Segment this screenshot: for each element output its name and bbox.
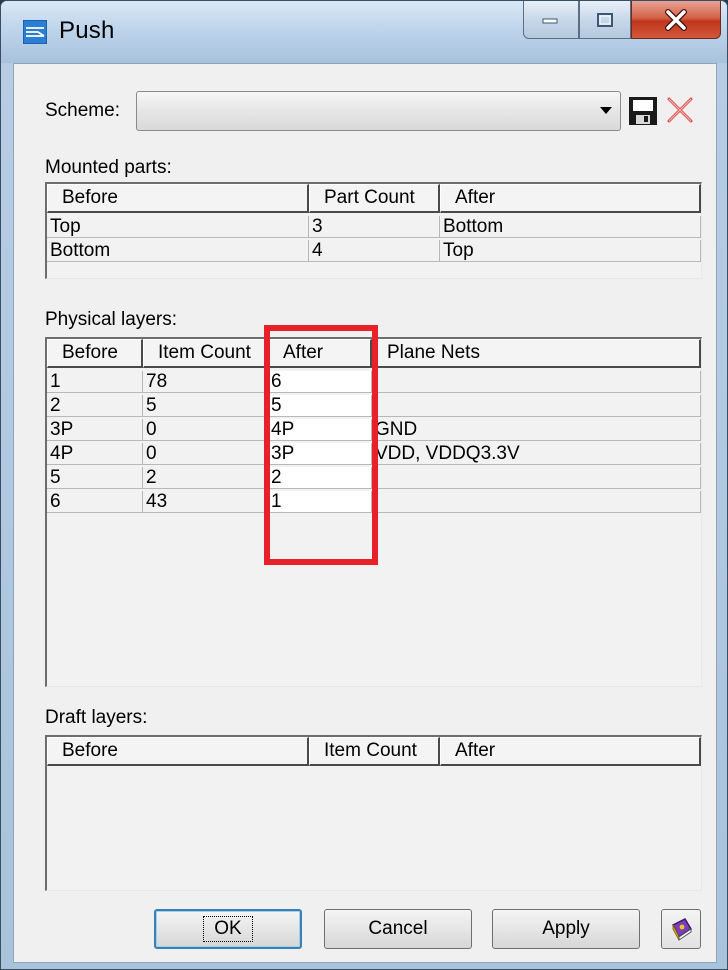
- draft-layers-table[interactable]: Before Item Count After: [45, 735, 702, 891]
- maximize-button[interactable]: [579, 1, 631, 39]
- mounted-parts-label: Mounted parts:: [45, 157, 172, 178]
- cell-item-count: 78: [143, 371, 268, 393]
- cell-plane-nets: [372, 371, 701, 393]
- table-row[interactable]: Bottom 4 Top: [47, 240, 701, 262]
- cell-item-count: 2: [143, 467, 268, 489]
- column-header-after[interactable]: After: [440, 184, 701, 213]
- window-title: Push: [59, 17, 115, 44]
- ok-label: OK: [203, 916, 253, 942]
- cell-item-count: 0: [143, 443, 268, 465]
- column-header-before[interactable]: Before: [47, 339, 143, 368]
- column-header-before[interactable]: Before: [47, 737, 309, 766]
- table-header: Before Part Count After: [47, 184, 701, 213]
- cell-item-count: 43: [143, 491, 268, 513]
- physical-layers-label: Physical layers:: [45, 309, 177, 330]
- column-header-item-count[interactable]: Item Count: [309, 737, 440, 766]
- cell-before: 6: [47, 491, 143, 513]
- cell-plane-nets: [372, 491, 701, 513]
- push-dialog: Push Scheme: Mounted parts: Before Part …: [0, 0, 728, 970]
- cell-plane-nets: [372, 395, 701, 417]
- cell-item-count: 0: [143, 419, 268, 441]
- cell-before: 3P: [47, 419, 143, 441]
- minimize-button[interactable]: [523, 1, 579, 39]
- mounted-parts-table[interactable]: Before Part Count After Top 3 Bottom Bot…: [45, 182, 702, 279]
- help-button[interactable]: [661, 909, 701, 949]
- cell-plane-nets: [372, 467, 701, 489]
- after-column-highlight: [264, 325, 378, 565]
- cell-plane-nets: VDD, VDDQ3.3V: [372, 443, 701, 465]
- app-icon: [23, 20, 47, 44]
- cell-after: Top: [440, 240, 701, 262]
- column-header-plane-nets[interactable]: Plane Nets: [372, 339, 701, 368]
- cell-before: Top: [47, 216, 309, 238]
- cell-part-count: 3: [309, 216, 440, 238]
- cell-part-count: 4: [309, 240, 440, 262]
- delete-icon[interactable]: [665, 95, 695, 125]
- cell-after: Bottom: [440, 216, 701, 238]
- cell-before: 1: [47, 371, 143, 393]
- save-icon[interactable]: [628, 96, 658, 126]
- help-book-icon: [671, 918, 693, 941]
- scheme-combobox[interactable]: [136, 91, 621, 131]
- chevron-down-icon: [600, 107, 612, 114]
- cell-plane-nets: GND: [372, 419, 701, 441]
- column-header-before[interactable]: Before: [47, 184, 309, 213]
- ok-button[interactable]: OK: [154, 909, 302, 949]
- minimize-icon: [542, 18, 558, 23]
- table-header: Before Item Count After: [47, 737, 701, 766]
- cell-before: 5: [47, 467, 143, 489]
- cancel-label: Cancel: [368, 918, 428, 939]
- cell-before: 4P: [47, 443, 143, 465]
- cell-item-count: 5: [143, 395, 268, 417]
- cell-before: 2: [47, 395, 143, 417]
- scheme-label: Scheme:: [45, 100, 120, 121]
- maximize-icon: [597, 12, 613, 27]
- draft-layers-label: Draft layers:: [45, 707, 148, 728]
- title-bar[interactable]: Push: [1, 1, 727, 63]
- apply-label: Apply: [542, 918, 590, 939]
- close-icon: [665, 8, 687, 31]
- cell-before: Bottom: [47, 240, 309, 262]
- close-button[interactable]: [631, 1, 721, 39]
- table-row[interactable]: Top 3 Bottom: [47, 216, 701, 238]
- cancel-button[interactable]: Cancel: [324, 909, 472, 949]
- column-header-after[interactable]: After: [440, 737, 701, 766]
- column-header-part-count[interactable]: Part Count: [309, 184, 440, 213]
- apply-button[interactable]: Apply: [492, 909, 640, 949]
- column-header-item-count[interactable]: Item Count: [143, 339, 268, 368]
